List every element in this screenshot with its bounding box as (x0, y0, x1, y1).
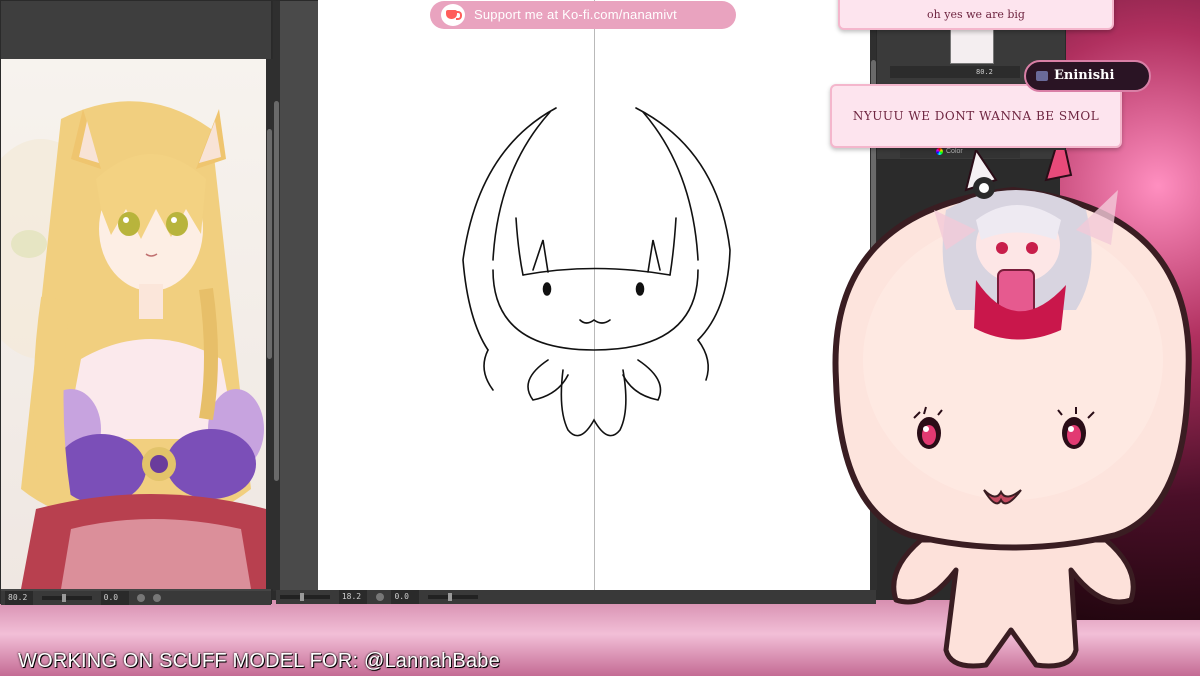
chat-bubble: NYUUU WE DONT WANNA BE SMOL (830, 84, 1122, 148)
chat-previous-message: oh yes we are big (927, 8, 1025, 21)
reference-zoom-field[interactable]: 80.2 (5, 591, 33, 605)
chat-bubble-previous: oh yes we are big (838, 0, 1114, 30)
canvas-rotation-field[interactable]: 0.0 (391, 590, 420, 604)
navigator-thumbnail[interactable] (950, 26, 994, 64)
drawing-canvas[interactable] (318, 0, 870, 590)
canvas-rotation-slider[interactable] (428, 592, 479, 601)
canvas-zoom-slider[interactable] (280, 592, 330, 601)
canvas-left-scrollbar[interactable] (273, 1, 280, 591)
canvas-zoom-field[interactable]: 18.2 (338, 590, 367, 604)
kofi-banner: Support me at Ko-fi.com/nanamivt (430, 1, 736, 29)
navigator-zoom-bar[interactable]: 80.2 (890, 66, 1020, 78)
kofi-banner-text: Support me at Ko-fi.com/nanamivt (474, 7, 677, 22)
stream-caption: WORKING ON SCUFF MODEL FOR: @LannahBabe (18, 650, 500, 672)
ko-fi-cup-icon (441, 4, 465, 26)
reference-panel-toolbar (1, 1, 271, 60)
canvas-statusbar: 18.2 0.0 (276, 590, 876, 604)
chibi-sketch-lineart (462, 107, 731, 437)
vtuber-avatar (832, 150, 1192, 669)
reference-character-illustration (1, 101, 267, 589)
reference-scrollbar[interactable] (266, 59, 273, 589)
navigator-zoom-value: 80.2 (976, 68, 993, 76)
reference-fit-button[interactable] (137, 593, 146, 602)
reference-image (1, 59, 267, 589)
canvas-zoom-out-button[interactable] (375, 592, 384, 601)
chat-username: Eninishi (1054, 68, 1115, 83)
chat-message: NYUUU WE DONT WANNA BE SMOL (852, 109, 1100, 123)
reference-reset-button[interactable] (153, 593, 162, 602)
chat-username-tag: Eninishi (1024, 60, 1151, 92)
reference-rotation-field[interactable]: 0.0 (100, 591, 129, 605)
reference-statusbar: 80.2 0.0 (1, 591, 271, 605)
reference-panel: 80.2 0.0 (0, 0, 273, 605)
reference-zoom-slider[interactable] (41, 593, 92, 602)
subscriber-badge-icon (1036, 71, 1048, 81)
